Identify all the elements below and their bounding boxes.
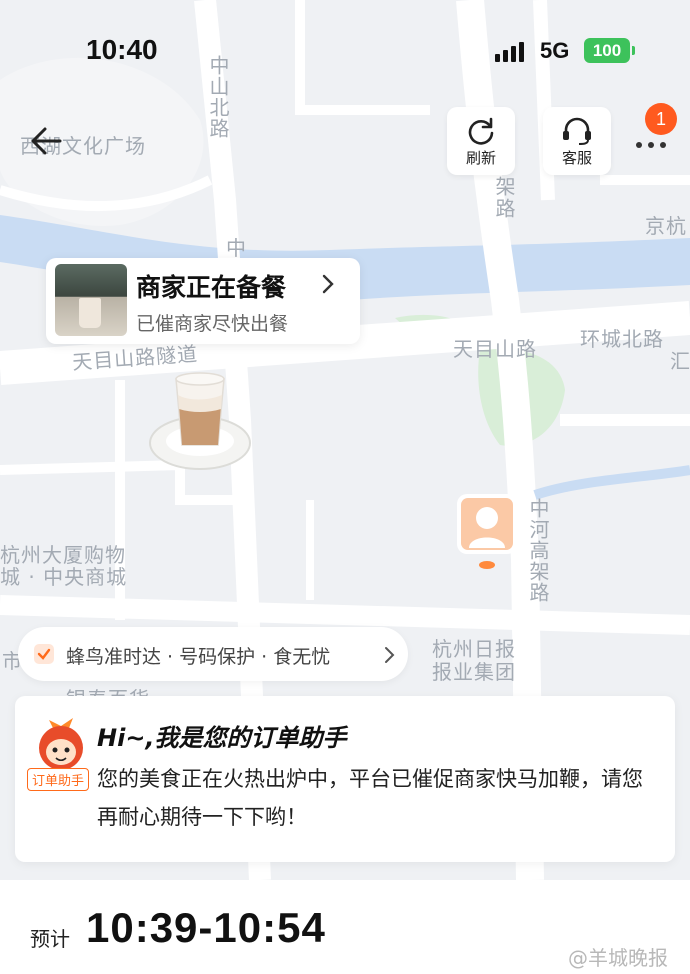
- refresh-icon: [468, 117, 494, 145]
- headset-icon: [563, 117, 591, 145]
- refresh-button[interactable]: 刷新: [447, 107, 515, 175]
- user-location-marker[interactable]: [455, 492, 519, 572]
- merchant-thumbnail: [55, 264, 127, 336]
- eta-label: 预计: [30, 927, 70, 951]
- network-type: 5G: [540, 38, 570, 63]
- map-label-lu: 路: [492, 198, 516, 219]
- service-label: 客服: [561, 149, 592, 167]
- arrow-left-icon: [31, 127, 62, 155]
- guarantee-text: 蜂鸟准时达 · 号码保护 · 食无忧: [66, 646, 331, 668]
- map-label-jinghang: 京杭: [645, 214, 687, 238]
- assistant-tag: 订单助手: [27, 768, 90, 791]
- notification-badge: 1: [645, 103, 677, 135]
- merchant-note: 已催商家尽快出餐: [136, 313, 289, 335]
- watermark: @羊城晚报: [568, 946, 668, 970]
- check-icon: [34, 644, 54, 664]
- chevron-right-icon: [385, 647, 395, 663]
- signal-icon: [495, 40, 531, 62]
- service-button[interactable]: 客服: [543, 107, 611, 175]
- merchant-marker[interactable]: [148, 365, 258, 475]
- back-button[interactable]: [28, 122, 66, 160]
- assistant-message: 您的美食正在火热出炉中，平台已催促商家快马加鞭，请您再耐心期待一下下哟！: [97, 767, 643, 829]
- chevron-right-icon: [322, 274, 334, 294]
- assistant-mascot-icon: [39, 718, 83, 770]
- map-label-tianmushan: 天目山路: [453, 337, 537, 361]
- eta-range: 10:39-10:54: [86, 904, 326, 951]
- map-label-huancheng: 环城北路: [580, 327, 664, 351]
- canal: [533, 465, 690, 500]
- service-guarantee-pill[interactable]: 蜂鸟准时达 · 号码保护 · 食无忧: [18, 627, 408, 681]
- order-assistant-card: 订单助手 Hi~,我是您的订单助手 您的美食正在火热出炉中，平台已催促商家快马加…: [15, 696, 675, 862]
- map-label-zhong: 中: [226, 236, 247, 260]
- map-label-zhongshan: 中山北路: [206, 55, 230, 139]
- map-label-hui: 汇: [670, 349, 690, 373]
- map-label-press-2: 报业集团: [432, 660, 516, 684]
- assistant-title: Hi~,我是您的订单助手: [97, 724, 347, 752]
- road-south: [0, 595, 690, 635]
- map-label-jia: 架: [492, 176, 516, 197]
- map-label-mall-2: 城 · 中央商城: [0, 565, 128, 589]
- map-label-zhonghe: 中河高架路: [526, 498, 550, 603]
- battery-indicator: 100: [584, 38, 635, 63]
- road-minor-4: [295, 0, 430, 115]
- status-time: 10:40: [86, 34, 158, 65]
- merchant-status: 商家正在备餐: [136, 273, 287, 302]
- refresh-label: 刷新: [465, 149, 496, 167]
- merchant-status-card[interactable]: 商家正在备餐 已催商家尽快出餐: [46, 258, 360, 344]
